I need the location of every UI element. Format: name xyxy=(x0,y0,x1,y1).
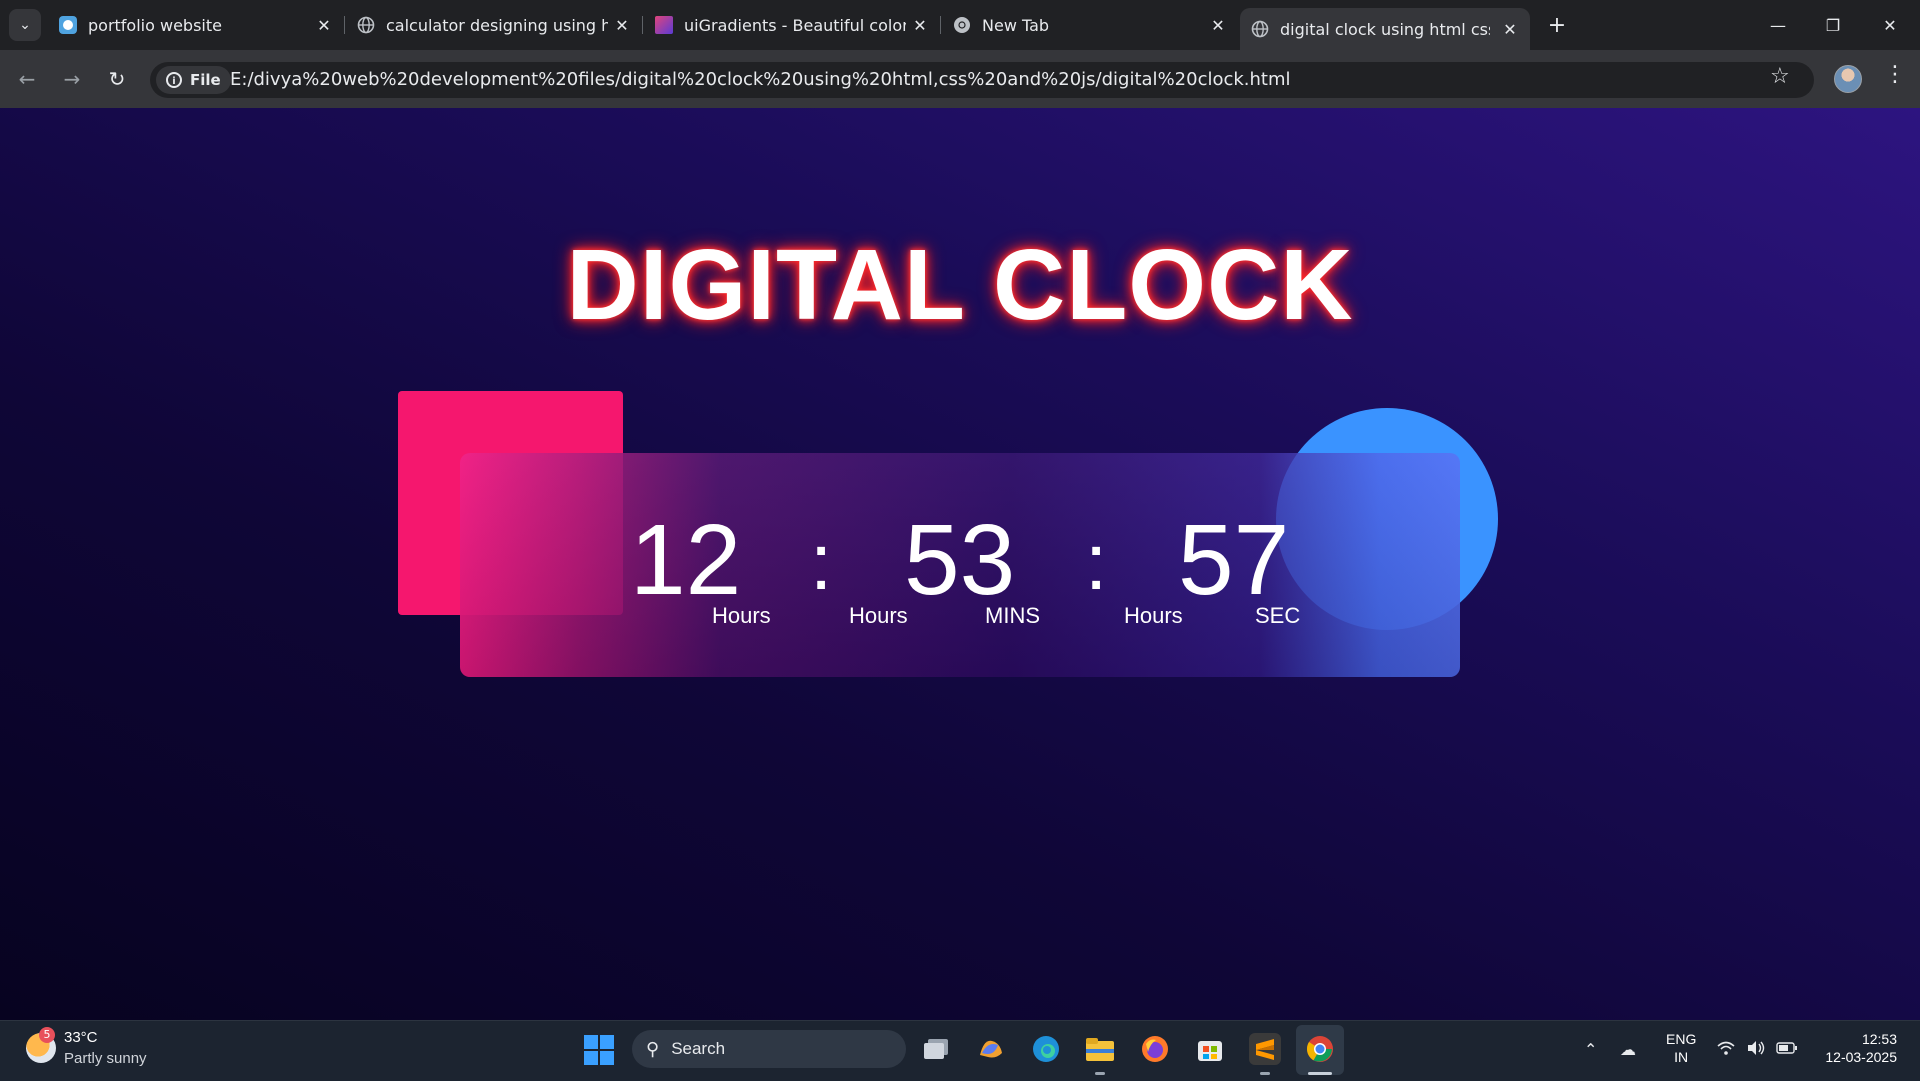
close-window-button[interactable]: ✕ xyxy=(1870,10,1910,40)
language-indicator[interactable]: ENG IN xyxy=(1666,1030,1696,1066)
windows-logo-icon xyxy=(600,1035,614,1049)
chrome-icon xyxy=(952,15,972,35)
clock-separator: : xyxy=(1085,517,1108,606)
copilot-icon[interactable] xyxy=(975,1033,1007,1065)
site-logo-icon xyxy=(58,15,78,35)
close-icon[interactable]: ✕ xyxy=(1208,15,1228,35)
site-info-chip[interactable]: i File xyxy=(156,66,231,94)
new-tab-button[interactable]: + xyxy=(1544,12,1570,38)
chip-label: File xyxy=(190,71,221,89)
clock-label-mins: MINS xyxy=(985,603,1040,628)
firefox-icon[interactable] xyxy=(1139,1033,1171,1065)
search-label: Search xyxy=(671,1039,726,1058)
show-hidden-icons-chevron-icon[interactable]: ⌃ xyxy=(1584,1040,1597,1059)
active-indicator xyxy=(1308,1072,1332,1075)
onedrive-cloud-icon[interactable]: ☁ xyxy=(1620,1040,1636,1059)
lang-line1: ENG xyxy=(1666,1031,1697,1047)
battery-icon[interactable] xyxy=(1776,1040,1798,1059)
minimize-icon: — xyxy=(1770,15,1786,35)
minimize-button[interactable]: — xyxy=(1758,10,1798,40)
info-icon: i xyxy=(166,72,182,88)
file-explorer-icon[interactable] xyxy=(1084,1033,1116,1065)
weather-temperature[interactable]: 33°C xyxy=(64,1029,98,1046)
edge-browser-icon[interactable] xyxy=(1030,1033,1062,1065)
task-view-icon[interactable] xyxy=(920,1033,952,1065)
tab-label: New Tab xyxy=(982,15,1050,35)
profile-avatar[interactable] xyxy=(1834,65,1862,93)
microsoft-store-icon[interactable] xyxy=(1194,1033,1226,1065)
clock-time: 12:53 xyxy=(1861,1031,1897,1047)
close-icon: ✕ xyxy=(1883,15,1897,35)
clock-hours: 12 xyxy=(630,504,742,616)
volume-icon[interactable] xyxy=(1746,1040,1766,1060)
clock-date: 12-03-2025 xyxy=(1825,1049,1897,1065)
windows-logo-icon xyxy=(584,1035,598,1049)
tab-calculator[interactable]: calculator designing using html ✕ xyxy=(356,8,632,42)
clock-label-hours: Hours xyxy=(712,603,771,628)
uigradients-icon xyxy=(654,15,674,35)
reload-icon: ↻ xyxy=(108,67,126,91)
tab-divider xyxy=(642,16,643,34)
lang-line2: IN xyxy=(1674,1049,1689,1065)
tab-uigradients[interactable]: uiGradients - Beautiful colored gradient… xyxy=(654,8,930,42)
restore-button[interactable]: ❐ xyxy=(1813,10,1853,40)
chrome-icon[interactable] xyxy=(1304,1033,1336,1065)
windows-logo-icon xyxy=(584,1051,598,1065)
page-title: DIGITAL CLOCK xyxy=(566,229,1354,341)
search-icon: ⚲ xyxy=(646,1038,660,1059)
globe-icon xyxy=(1250,19,1270,39)
back-button[interactable]: ← xyxy=(12,64,42,94)
restore-icon: ❐ xyxy=(1825,15,1841,35)
globe-icon xyxy=(356,15,376,35)
close-icon[interactable]: ✕ xyxy=(314,15,334,35)
tab-new-tab[interactable]: New Tab ✕ xyxy=(952,8,1228,42)
clock-minutes: 53 xyxy=(904,504,1016,616)
windows-logo-icon xyxy=(600,1051,614,1065)
tab-label: calculator designing using html xyxy=(386,15,608,35)
tab-label: uiGradients - Beautiful colored gradient… xyxy=(684,15,906,35)
tab-label: digital clock using html css and js xyxy=(1280,19,1490,39)
forward-button[interactable]: → xyxy=(57,64,87,94)
tab-label: portfolio website xyxy=(88,15,222,35)
clock-seconds: 57 xyxy=(1178,504,1290,616)
arrow-right-icon: → xyxy=(63,67,81,91)
running-indicator xyxy=(1260,1072,1270,1075)
tab-digital-clock[interactable]: digital clock using html css and js ✕ xyxy=(1240,8,1530,50)
running-indicator xyxy=(1095,1072,1105,1075)
taskbar-search[interactable]: ⚲ Search xyxy=(632,1030,906,1068)
reload-button[interactable]: ↻ xyxy=(102,64,132,94)
tab-portfolio-website[interactable]: portfolio website ✕ xyxy=(58,8,334,42)
chevron-down-icon: ⌄ xyxy=(19,17,31,33)
wifi-icon[interactable] xyxy=(1716,1040,1736,1060)
menu-kebab-icon[interactable]: ⋮ xyxy=(1884,62,1906,87)
tab-divider xyxy=(344,16,345,34)
close-icon[interactable]: ✕ xyxy=(910,15,930,35)
url-text[interactable]: E:/divya%20web%20development%20files/dig… xyxy=(230,69,1291,90)
weather-badge: 5 xyxy=(39,1027,55,1043)
clock-label-sec: SEC xyxy=(1255,603,1301,628)
arrow-left-icon: ← xyxy=(18,67,36,91)
clock-label-hours: Hours xyxy=(1124,603,1183,628)
tab-divider xyxy=(940,16,941,34)
bookmark-star-icon[interactable]: ☆ xyxy=(1770,64,1790,89)
clock-label-hours: Hours xyxy=(849,603,908,628)
close-icon[interactable]: ✕ xyxy=(612,15,632,35)
close-icon[interactable]: ✕ xyxy=(1500,19,1520,39)
sublime-text-icon[interactable] xyxy=(1249,1033,1281,1065)
system-clock[interactable]: 12:53 12-03-2025 xyxy=(1815,1030,1897,1066)
clock-separator: : xyxy=(810,517,833,606)
plus-icon: + xyxy=(1547,12,1567,38)
start-button[interactable] xyxy=(584,1035,614,1065)
weather-description[interactable]: Partly sunny xyxy=(64,1050,147,1067)
tab-search-button[interactable]: ⌄ xyxy=(9,9,41,41)
